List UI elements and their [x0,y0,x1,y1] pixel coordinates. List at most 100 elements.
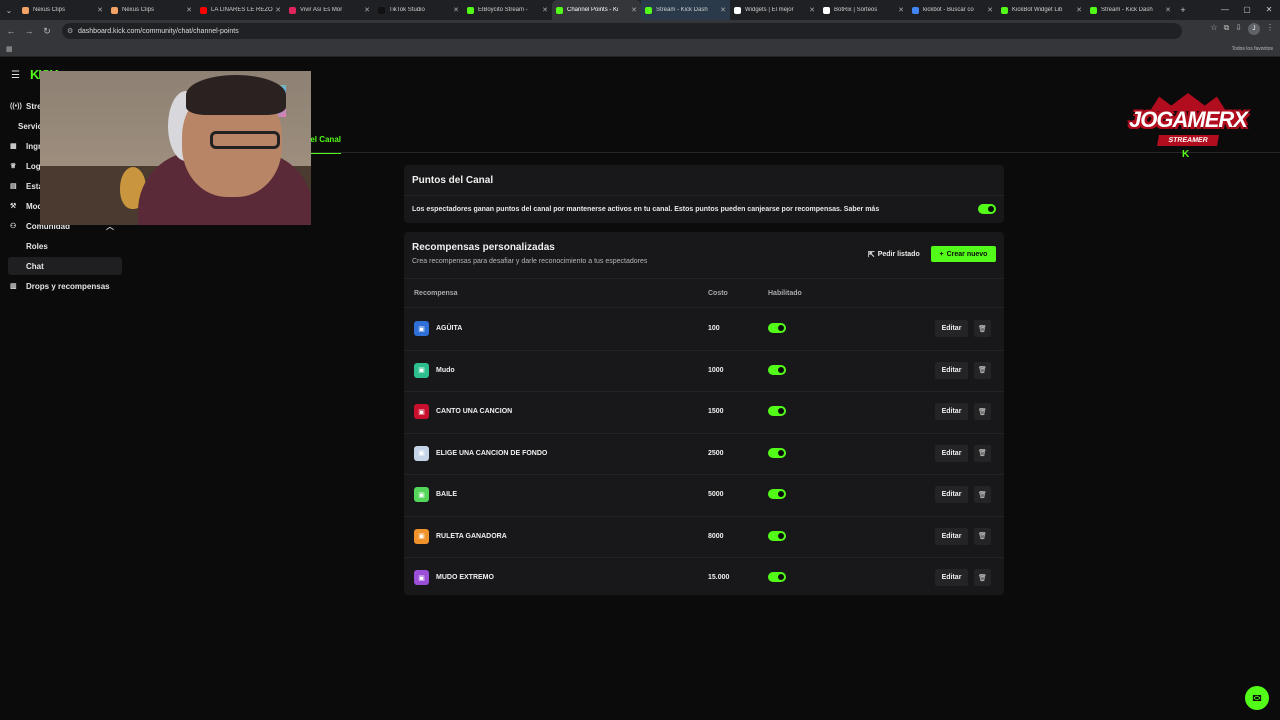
trash-icon[interactable]: 🗑 [974,569,991,586]
url-text: dashboard.kick.com/community/chat/channe… [78,27,239,35]
browser-tab[interactable]: TikTok Studio ✕ [374,0,463,20]
reward-enabled-toggle[interactable] [768,530,786,541]
back-icon[interactable]: ← [2,26,20,36]
reward-enabled-toggle[interactable] [768,323,786,333]
tab-title: Stream - Kick Dash [656,7,708,13]
hamburger-menu-icon[interactable]: ☰ [11,70,20,81]
broadcast-icon: ((•)) [10,102,22,110]
browser-tab[interactable]: KickBot Widget Lib ✕ [997,0,1086,20]
tab-close-icon[interactable]: ✕ [720,6,726,14]
browser-tab[interactable]: ElBoycito Stream - ✕ [463,0,552,20]
browser-tab[interactable]: kickbot - Buscar co ✕ [908,0,997,20]
extensions-icon[interactable]: ⧉ [1224,23,1230,35]
reward-enabled-toggle[interactable] [768,364,786,375]
forward-icon[interactable]: → [20,26,38,36]
edit-reward-button[interactable]: Editar [935,527,968,545]
edit-reward-button[interactable]: Editar [935,444,968,462]
tab-favicon-icon [556,6,563,14]
reward-name: MUDO EXTREMO [436,574,494,581]
browser-tab[interactable]: Stream - Kick Dash ✕ [641,0,730,20]
sidebar-item-drops[interactable]: ▥ Drops y recompensas [10,277,122,295]
tab-close-icon[interactable]: ✕ [987,6,993,14]
edit-reward-button[interactable]: Editar [935,486,968,503]
tab-favicon-icon [378,6,385,14]
browser-tab[interactable]: Stream - Kick Dash ✕ [1086,0,1175,20]
tab-favicon-icon [912,6,919,14]
apps-grid-icon[interactable]: ▦ [6,45,13,53]
browser-tab[interactable]: BotRix | Sorteos ✕ [819,0,908,20]
rewards-title: Recompensas personalizadas [412,242,555,253]
trash-icon[interactable]: 🗑 [974,403,991,420]
browser-tab[interactable]: LA LINARES LE REZÓ ✕ [196,0,285,20]
maximize-icon[interactable]: ▢ [1236,0,1258,20]
tab-close-icon[interactable]: ✕ [186,6,192,14]
minimize-icon[interactable]: — [1214,0,1236,20]
edit-reward-button[interactable]: Editar [935,403,968,420]
trash-icon[interactable]: 🗑 [974,486,991,503]
reward-row: ▣ Mudo 1000 Editar 🗑 [404,351,1004,392]
reward-row: ▣ AGÜITA 100 Editar 🗑 [404,309,1004,351]
reward-cost: 1500 [708,408,724,415]
edit-reward-button[interactable]: Editar [935,569,968,586]
tab-close-icon[interactable]: ✕ [898,6,904,14]
edit-reward-button[interactable]: Editar [935,320,968,337]
downloads-icon[interactable]: ⇩ [1235,23,1242,35]
chat-help-button[interactable]: ✉ [1245,686,1269,710]
site-info-icon[interactable]: ⚙ [67,27,73,35]
url-input[interactable]: ⚙ dashboard.kick.com/community/chat/chan… [62,23,1182,39]
revenue-icon: ▦ [10,143,17,150]
tab-search-icon[interactable]: ⌄ [0,0,18,20]
tab-close-icon[interactable]: ✕ [364,6,370,14]
tab-title: Stream - Kick Dash [1101,7,1153,13]
new-tab-button[interactable]: + [1175,5,1191,15]
sidebar-item-roles[interactable]: Roles [8,237,122,255]
tab-favicon-icon [111,6,118,14]
tab-favicon-icon [823,6,830,14]
profile-avatar[interactable]: J [1248,23,1260,35]
tab-close-icon[interactable]: ✕ [1076,6,1082,14]
browser-tab[interactable]: Nexus Clips ✕ [107,0,196,20]
tab-close-icon[interactable]: ✕ [97,6,103,14]
create-new-button[interactable]: + Crear nuevo [931,246,996,262]
reward-enabled-toggle[interactable] [768,406,786,416]
ticket-icon: ▣ [414,404,429,419]
browser-tab[interactable]: Nexus Clips ✕ [18,0,107,20]
close-window-icon[interactable]: ✕ [1258,0,1280,20]
stats-icon: ▤ [10,183,17,190]
rewards-table-header: Recompensa Costo Habilitado [404,278,1004,308]
trash-icon[interactable]: 🗑 [974,527,991,545]
trash-icon[interactable]: 🗑 [974,361,991,379]
tab-title: Vivir Así Es Mor [300,7,343,13]
tab-close-icon[interactable]: ✕ [542,6,548,14]
all-favorites-link[interactable]: Todos los favoritos [1232,46,1273,52]
tab-close-icon[interactable]: ✕ [809,6,815,14]
bookmark-star-icon[interactable]: ☆ [1210,23,1217,35]
channel-points-description: Los espectadores ganan puntos del canal … [412,206,880,213]
sidebar-item-chat[interactable]: Chat [8,257,122,275]
reward-cost: 100 [708,325,720,332]
overlay-mark: K [1182,149,1190,160]
browser-tab[interactable]: Widgets | El mejor ✕ [730,0,819,20]
tab-close-icon[interactable]: ✕ [1165,6,1171,14]
trash-icon[interactable]: 🗑 [974,320,991,337]
edit-reward-button[interactable]: Editar [935,361,968,379]
request-list-button[interactable]: ⇱ Pedir listado [868,246,920,262]
reward-cost: 15.000 [708,574,730,581]
reward-enabled-toggle[interactable] [768,572,786,582]
tab-favicon-icon [645,6,652,14]
plus-icon: + [939,250,944,258]
menu-icon[interactable]: ⋮ [1266,23,1274,35]
tab-close-icon[interactable]: ✕ [453,6,459,14]
reload-icon[interactable]: ↻ [38,26,56,37]
tab-close-icon[interactable]: ✕ [275,6,281,14]
trash-icon[interactable]: 🗑 [974,444,991,462]
reward-enabled-toggle[interactable] [768,447,786,458]
reward-enabled-toggle[interactable] [768,489,786,499]
channel-points-toggle[interactable] [978,204,996,214]
ticket-icon: ▣ [414,362,429,378]
tab-title: LA LINARES LE REZÓ [211,7,273,13]
browser-tab[interactable]: Channel Points - Ki ✕ [552,0,641,20]
reward-cost: 2500 [708,449,724,457]
browser-tab[interactable]: Vivir Así Es Mor ✕ [285,0,374,20]
tab-close-icon[interactable]: ✕ [631,6,637,14]
